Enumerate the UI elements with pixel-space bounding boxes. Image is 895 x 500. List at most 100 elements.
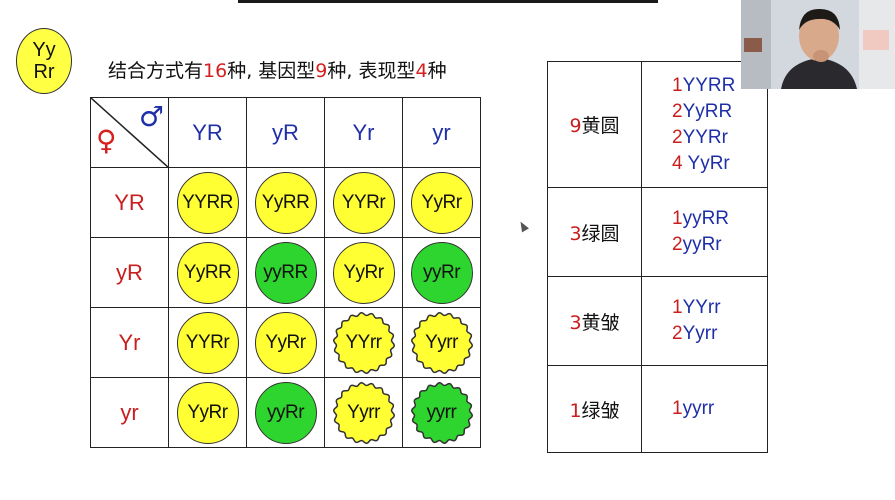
title-part-3: 种, 表现型	[327, 60, 416, 82]
genotype-name: yyRr	[682, 234, 722, 255]
genotype-label: YyRr	[265, 331, 306, 353]
pea-yellow-round-icon: YyRr	[254, 311, 317, 374]
punnett-cell: yyrr	[402, 377, 481, 448]
pea-yellow-round-icon: YYRr	[332, 171, 395, 234]
genotype-list-item: 2Yyrr	[672, 321, 767, 347]
genotype-name: YYrr	[682, 297, 721, 318]
summary-genotype-list: 1YYrr 2Yyrr	[641, 276, 768, 366]
summary-genotype-list: 1yyRR 2yyRr	[641, 187, 768, 277]
genotype-ratio: 2	[672, 323, 683, 344]
punnett-row-header: Yr	[90, 307, 169, 378]
genotype-label: YyRr	[421, 191, 462, 213]
genotype-list-item: 1yyRR	[672, 206, 767, 232]
pea-green-wrinkled-icon: yyrr	[410, 381, 474, 445]
punnett-cell: YyRr	[402, 167, 481, 238]
genotype-list-item: 2YyRR	[672, 99, 767, 125]
genotype-ratio: 1	[672, 208, 683, 229]
genotype-label: Yyrr	[347, 401, 380, 423]
genotype-label: yyRr	[422, 261, 461, 283]
genotype-name: yyrr	[682, 398, 715, 419]
genotype-label: YyRR	[261, 191, 310, 213]
pea-yellow-round-icon: YyRR	[176, 241, 239, 304]
slide: Yy Rr 结合方式有16种, 基因型9种, 表现型4种 ♀ ♂ YR yR Y…	[0, 0, 895, 500]
pea-yellow-wrinkled-icon: YYrr	[332, 311, 396, 375]
genotype-name: YyRr	[687, 152, 730, 174]
pea-yellow-round-icon: YYRR	[176, 171, 239, 234]
genotype-label: YyRr	[343, 261, 384, 283]
presenter-video-image	[741, 0, 895, 89]
punnett-row-header: yr	[90, 377, 169, 448]
genotype-name: YYRR	[682, 74, 736, 96]
summary-phenotype-cell: 1绿皱	[547, 365, 642, 453]
title-part-2: 种, 基因型	[227, 60, 316, 82]
genotype-list-item: 1YYrr	[672, 295, 767, 321]
female-symbol-icon: ♀	[96, 124, 117, 157]
punnett-cell: YyRR	[246, 167, 325, 238]
genotype-list-item: 2YYRr	[672, 125, 767, 151]
genotype-label: YYRr	[341, 191, 386, 213]
punnett-col-header: Yr	[324, 97, 403, 168]
title-phenotype-count: 4	[415, 60, 428, 82]
genotype-ratio: 2	[672, 126, 683, 148]
punnett-cell: Yyrr	[324, 377, 403, 448]
genotype-name: yyRR	[682, 208, 730, 229]
parent-genotype-line2: Rr	[33, 61, 55, 83]
title-combinations-count: 16	[203, 60, 228, 82]
summary-row: 1绿皱 1yyrr	[547, 365, 768, 453]
punnett-row: yR YyRR yyRR YyRr yyRr	[90, 237, 481, 308]
genotype-label: yyRR	[263, 261, 308, 283]
phenotype-name: 黄圆	[581, 115, 620, 137]
pea-yellow-wrinkled-icon: Yyrr	[332, 381, 396, 445]
genotype-ratio: 2	[672, 234, 683, 255]
webcam-overlay	[741, 0, 895, 89]
top-bar	[238, 0, 658, 3]
punnett-col-header: YR	[168, 97, 247, 168]
genotype-name: Yyrr	[682, 323, 718, 344]
summary-row: 9黄圆 1YYRR 2YyRR 2YYRr 4 YyRr	[547, 61, 768, 188]
genotype-name: YyRR	[682, 100, 733, 122]
punnett-corner-cell: ♀ ♂	[90, 97, 169, 168]
title-part-1: 结合方式有	[108, 60, 204, 82]
parent-genotype-line1: Yy	[32, 39, 56, 61]
pea-yellow-round-icon: YyRr	[410, 171, 473, 234]
summary-phenotype-cell: 9黄圆	[547, 61, 642, 188]
genotype-label: YyRR	[183, 261, 232, 283]
summary-phenotype-cell: 3绿圆	[547, 187, 642, 277]
slide-title: 结合方式有16种, 基因型9种, 表现型4种	[108, 56, 447, 83]
pea-yellow-round-icon: YyRR	[254, 171, 317, 234]
genotype-name: YYRr	[682, 126, 728, 148]
genotype-label: YyRr	[187, 401, 228, 423]
punnett-cell: YyRr	[246, 307, 325, 378]
genotype-label: yyrr	[426, 401, 457, 423]
punnett-cell: Yyrr	[402, 307, 481, 378]
genotype-ratio: 1	[672, 74, 683, 96]
punnett-cell: YyRr	[324, 237, 403, 308]
genotype-label: YYRR	[182, 191, 233, 213]
punnett-cell: yyRr	[402, 237, 481, 308]
male-symbol-icon: ♂	[139, 100, 165, 133]
punnett-cell: YYrr	[324, 307, 403, 378]
punnett-row: yr YyRr yyRr Yyrr yyrr	[90, 377, 481, 448]
punnett-cell: YyRR	[168, 237, 247, 308]
phenotype-name: 绿皱	[581, 399, 620, 422]
genotype-ratio: 2	[672, 100, 683, 122]
genotype-ratio: 1	[672, 398, 683, 419]
pea-yellow-round-icon: YyRr	[176, 381, 239, 444]
genotype-label: Yyrr	[425, 331, 458, 353]
punnett-row-header: YR	[90, 167, 169, 238]
phenotype-count: 9	[569, 115, 582, 137]
punnett-row-header: yR	[90, 237, 169, 308]
phenotype-count: 3	[569, 222, 582, 245]
genotype-ratio: 1	[672, 297, 683, 318]
genotype-label: YYrr	[345, 331, 383, 353]
punnett-col-header: yr	[402, 97, 481, 168]
summary-genotype-list: 1yyrr	[641, 365, 768, 453]
title-genotype-count: 9	[315, 60, 328, 82]
pea-green-round-icon: yyRr	[254, 381, 317, 444]
pea-green-round-icon: yyRr	[410, 241, 473, 304]
punnett-row: YR YYRR YyRR YYRr YyRr	[90, 167, 481, 238]
parent-genotype-badge: Yy Rr	[16, 28, 72, 94]
genotype-list-item: 4 YyRr	[672, 151, 767, 177]
punnett-col-header: yR	[246, 97, 325, 168]
phenotype-name: 绿圆	[581, 222, 620, 245]
